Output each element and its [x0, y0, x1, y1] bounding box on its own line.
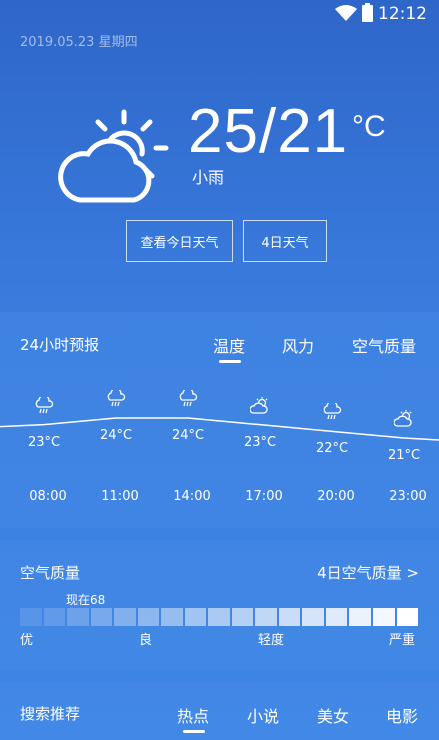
sun-cloud-icon — [250, 396, 268, 414]
hour-temperature: 23°C — [243, 434, 277, 450]
tab-movies[interactable]: 电影 — [386, 703, 418, 727]
rain-icon — [323, 403, 342, 420]
air-quality-now: 现在68 — [66, 593, 106, 607]
battery-icon — [362, 3, 373, 22]
aqi-scale-segment — [302, 608, 324, 626]
tab-wind[interactable]: 风力 — [282, 333, 314, 357]
hour-temperature: 21°C — [387, 448, 421, 463]
hour-time: 14:00 — [173, 489, 211, 504]
partly-cloudy-icon — [58, 109, 169, 203]
tab-air-quality[interactable]: 空气质量 — [352, 333, 416, 357]
aqi-scale-segment — [231, 608, 254, 626]
tab-temperature[interactable]: 温度 — [213, 333, 245, 357]
tab-novels[interactable]: 小说 — [247, 703, 279, 727]
tab-temperature-indicator — [219, 360, 241, 363]
aqi-label-good: 良 — [139, 633, 153, 648]
aqi-scale-segment — [372, 608, 395, 626]
aqi-scale-segment — [349, 608, 371, 626]
aqi-scale-segment — [184, 608, 207, 626]
status-time: 12:12 — [378, 4, 427, 24]
aqi-label-severe: 严重 — [389, 633, 416, 648]
hour-time: 17:00 — [245, 489, 283, 504]
four-day-air-quality-link[interactable]: 4日空气质量 > — [317, 562, 419, 583]
status-bar: 12:12 — [0, 0, 439, 28]
tab-hot-indicator — [183, 730, 205, 733]
wifi-icon — [335, 5, 357, 21]
rain-icon — [179, 390, 198, 407]
forecast-title: 24小时预报 — [20, 336, 100, 354]
rain-icon — [35, 396, 54, 413]
four-day-weather-button[interactable]: 4日天气 — [243, 220, 327, 262]
temperature-unit: °C — [352, 110, 386, 143]
aqi-scale-segment — [137, 608, 160, 626]
hour-time: 20:00 — [317, 489, 355, 504]
hour-temperature: 22°C — [315, 441, 349, 457]
tab-hot[interactable]: 热点 — [177, 703, 209, 727]
air-quality-scale — [20, 608, 419, 626]
hour-temperature: 24°C — [99, 428, 133, 443]
tab-beauty[interactable]: 美女 — [317, 703, 349, 727]
weather-condition: 小雨 — [192, 168, 225, 187]
rain-icon — [107, 390, 126, 407]
aqi-label-excellent: 优 — [20, 633, 34, 648]
aqi-scale-segment — [67, 608, 89, 626]
aqi-scale-segment — [325, 608, 348, 626]
hour-time: 23:00 — [389, 489, 427, 504]
hour-temperature: 24°C — [171, 428, 205, 443]
aqi-scale-segment — [396, 608, 419, 626]
aqi-scale-segment — [90, 608, 113, 626]
aqi-scale-segment — [208, 608, 230, 626]
aqi-scale-segment — [161, 608, 183, 626]
sun-cloud-icon — [394, 410, 412, 427]
date-label: 2019.05.23 星期四 — [20, 35, 138, 50]
aqi-scale-segment — [255, 608, 277, 626]
aqi-label-light: 轻度 — [258, 633, 285, 648]
hour-time: 11:00 — [101, 489, 139, 504]
today-weather-button[interactable]: 查看今日天气 — [126, 220, 233, 262]
hour-temperature: 23°C — [27, 434, 61, 450]
air-quality-title: 空气质量 — [20, 564, 81, 582]
aqi-scale-segment — [43, 608, 66, 626]
aqi-scale-segment — [278, 608, 301, 626]
search-title: 搜索推荐 — [20, 705, 81, 723]
aqi-scale-segment — [20, 608, 42, 626]
hour-time: 08:00 — [29, 489, 67, 504]
current-temperature: 25/21 — [188, 97, 349, 166]
aqi-scale-segment — [114, 608, 136, 626]
